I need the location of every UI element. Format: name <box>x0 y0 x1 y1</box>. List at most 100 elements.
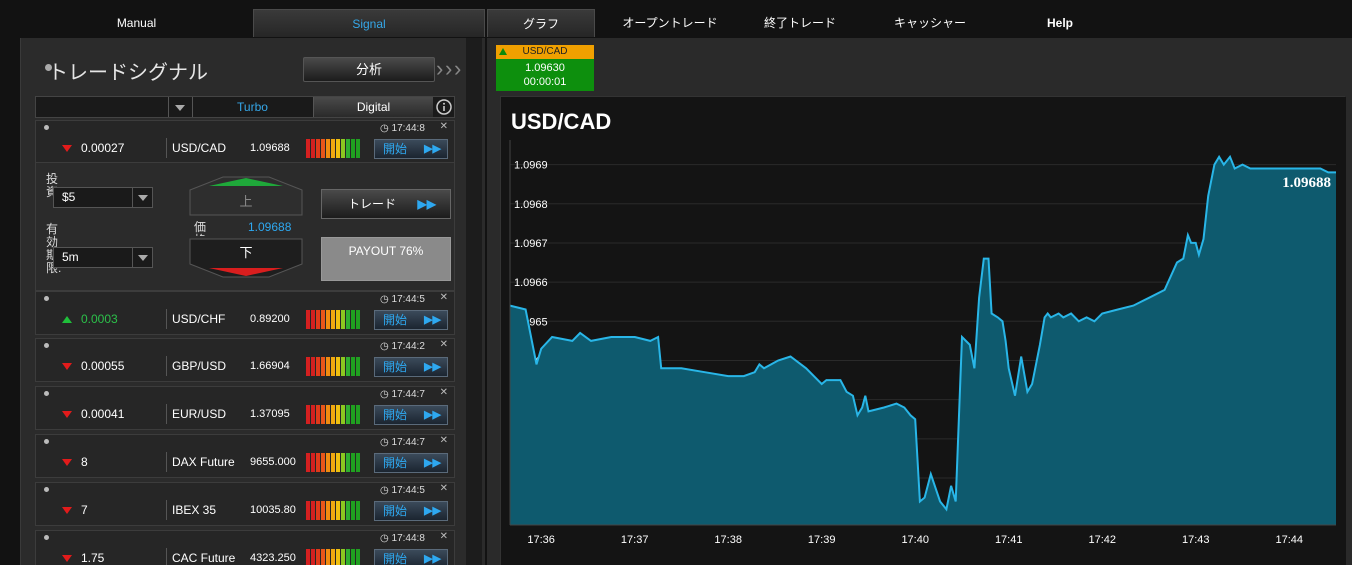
signal-price: 1.66904 <box>250 360 290 372</box>
start-button-label: 開始 <box>383 313 408 327</box>
arrow-up-icon <box>62 316 72 323</box>
clock-icon: ◷ <box>380 437 389 448</box>
signal-value: 0.0003 <box>81 312 118 326</box>
tab-manual[interactable]: Manual <box>20 9 253 37</box>
signal-symbol: USD/CAD <box>172 141 227 155</box>
chevron-down-icon <box>132 248 152 267</box>
close-icon[interactable]: ✕ <box>440 292 448 303</box>
investment-select[interactable]: $5 <box>53 187 153 208</box>
start-button[interactable]: 開始 ▶▶ <box>374 501 448 521</box>
signal-time: ◷ 17:44:7 <box>380 389 425 400</box>
fast-forward-icon: ▶▶ <box>424 457 441 469</box>
start-button[interactable]: 開始 ▶▶ <box>374 405 448 425</box>
strength-meter <box>306 501 360 520</box>
fast-forward-icon: ▶▶ <box>424 505 441 517</box>
signal-time: ◷ 17:44:5 <box>380 485 425 496</box>
trade-button[interactable]: トレード ▶▶ <box>321 189 451 219</box>
row-bullet <box>44 296 49 301</box>
asset-dropdown[interactable] <box>36 97 168 117</box>
close-icon[interactable]: ✕ <box>440 339 448 350</box>
signal-value: 8 <box>81 455 88 469</box>
x-tick-label: 17:39 <box>808 534 836 546</box>
signal-symbol: CAC Future <box>172 551 236 565</box>
chart-title: USD/CAD <box>511 109 611 134</box>
divider <box>166 500 167 520</box>
start-button[interactable]: 開始 ▶▶ <box>374 139 448 159</box>
arrow-down-icon <box>62 145 72 152</box>
quote-price: 1.09630 <box>525 62 565 74</box>
expiry-value: 5m <box>62 250 79 264</box>
start-button[interactable]: 開始 ▶▶ <box>374 357 448 377</box>
filter-turbo[interactable]: Turbo <box>192 97 312 117</box>
close-icon[interactable]: ✕ <box>440 435 448 446</box>
x-tick-label: 17:44 <box>1275 534 1303 546</box>
x-tick-label: 17:40 <box>901 534 929 546</box>
row-bullet <box>44 487 49 492</box>
scrollbar[interactable] <box>466 38 482 565</box>
x-tick-label: 17:41 <box>995 534 1023 546</box>
tab-help[interactable]: Help <box>1000 9 1120 37</box>
signal-symbol: IBEX 35 <box>172 503 217 517</box>
tab-closed-trade[interactable]: 終了トレード <box>740 9 860 37</box>
chevron-down-icon[interactable] <box>168 97 190 117</box>
close-icon[interactable]: ✕ <box>440 483 448 494</box>
info-icon[interactable] <box>434 97 454 117</box>
start-button[interactable]: 開始 ▶▶ <box>374 549 448 565</box>
start-button[interactable]: 開始 ▶▶ <box>374 453 448 473</box>
analysis-button[interactable]: 分析 <box>303 57 435 82</box>
signal-price: 9655.000 <box>250 456 296 468</box>
chevron-down-icon <box>132 188 152 207</box>
chart-container: USD/CAD1.09601.09611.09621.09631.09641.0… <box>500 96 1346 565</box>
up-button[interactable]: 上 <box>189 176 303 216</box>
signal-price: 4323.250 <box>250 552 296 564</box>
signal-time-value: 17:44:8 <box>391 533 425 544</box>
down-label: 下 <box>239 245 252 260</box>
clock-icon: ◷ <box>380 389 389 400</box>
x-tick-label: 17:36 <box>527 534 555 546</box>
strength-meter <box>306 453 360 472</box>
close-icon[interactable]: ✕ <box>440 531 448 542</box>
signal-time: ◷ 17:44:2 <box>380 341 425 352</box>
fast-forward-icon: ▶▶ <box>424 143 441 155</box>
strength-meter <box>306 310 360 329</box>
clock-icon: ◷ <box>380 341 389 352</box>
quote-symbol: USD/CAD <box>496 45 594 59</box>
x-tick-label: 17:42 <box>1088 534 1116 546</box>
down-button[interactable]: 下 <box>189 238 303 278</box>
signal-time: ◷ 17:44:7 <box>380 437 425 448</box>
start-button-label: 開始 <box>383 456 408 470</box>
start-button-label: 開始 <box>383 142 408 156</box>
signal-row[interactable]: ◷ 17:44:7 ✕ 0.00041 EUR/USD 1.37095 開始 ▶▶ <box>35 386 455 430</box>
filter-digital[interactable]: Digital <box>313 97 433 117</box>
start-button-label: 開始 <box>383 360 408 374</box>
signal-row[interactable]: ◷ 17:44:8 ✕ 1.75 CAC Future 4323.250 開始 ▶▶ <box>35 530 455 565</box>
signal-row[interactable]: ◷ 17:44:2 ✕ 0.00055 GBP/USD 1.66904 開始 ▶▶ <box>35 338 455 382</box>
signal-value: 0.00055 <box>81 359 125 373</box>
tab-signal[interactable]: Signal <box>253 9 485 37</box>
quote-box[interactable]: USD/CAD 1.09630 00:00:01 <box>495 44 595 92</box>
signal-symbol: EUR/USD <box>172 407 227 421</box>
divider <box>166 138 167 158</box>
signal-row[interactable]: ◷ 17:44:5 ✕ 7 IBEX 35 10035.80 開始 ▶▶ <box>35 482 455 526</box>
tab-graph[interactable]: グラフ <box>487 9 595 37</box>
signal-time: ◷ 17:44:8 <box>380 533 425 544</box>
signal-price: 1.09688 <box>250 142 290 154</box>
close-icon[interactable]: ✕ <box>440 121 448 132</box>
tab-cashier[interactable]: キャッシャー <box>870 9 990 37</box>
expiry-select[interactable]: 5m <box>53 247 153 268</box>
tab-open-trade[interactable]: オープントレード <box>610 9 730 37</box>
signal-row[interactable]: ◷ 17:44:5 ✕ 0.0003 USD/CHF 0.89200 開始 ▶▶ <box>35 291 455 335</box>
divider <box>166 309 167 329</box>
close-icon[interactable]: ✕ <box>440 387 448 398</box>
signal-row[interactable]: ◷ 17:44:8 ✕ 0.00027 USD/CAD 1.09688 開始 ▶▶ <box>35 120 455 163</box>
signal-value: 1.75 <box>81 551 105 565</box>
signal-symbol: USD/CHF <box>172 312 226 326</box>
y-tick-label: 1.0967 <box>514 238 548 250</box>
strength-meter <box>306 405 360 424</box>
start-button[interactable]: 開始 ▶▶ <box>374 310 448 330</box>
signal-time-value: 17:44:7 <box>391 437 425 448</box>
start-button-label: 開始 <box>383 504 408 518</box>
row-bullet <box>44 343 49 348</box>
investment-value: $5 <box>62 190 76 204</box>
signal-row[interactable]: ◷ 17:44:7 ✕ 8 DAX Future 9655.000 開始 ▶▶ <box>35 434 455 478</box>
